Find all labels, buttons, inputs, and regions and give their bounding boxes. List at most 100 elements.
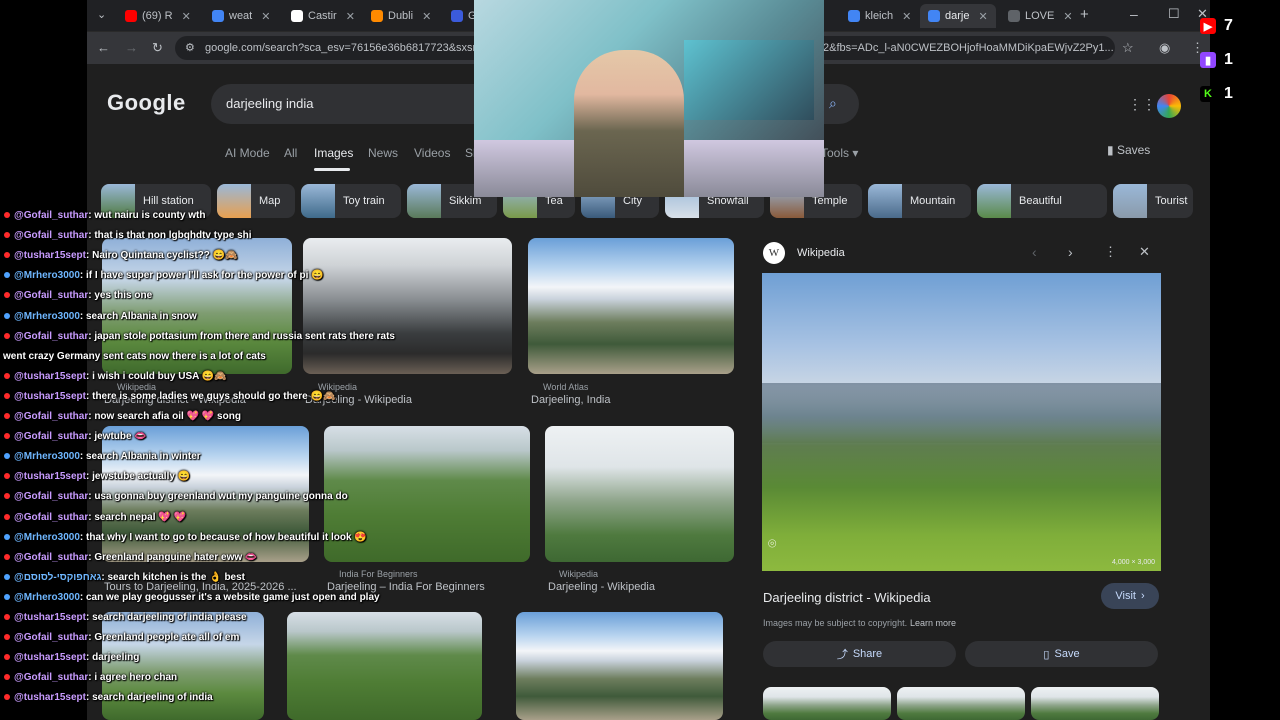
chat-text: : yes this one <box>88 290 153 302</box>
next-image-icon[interactable]: › <box>1068 244 1073 260</box>
share-button[interactable]: ⤴ Share <box>763 641 956 667</box>
result-image-3[interactable] <box>528 238 734 374</box>
tab-8[interactable]: LOVE ✕ <box>1000 4 1076 28</box>
prev-image-icon[interactable]: ‹ <box>1032 244 1037 260</box>
tools-button[interactable]: Tools ▾ <box>821 146 858 160</box>
forward-icon[interactable]: → <box>125 40 138 55</box>
chat-platform-icon <box>4 332 10 339</box>
chip-mountain[interactable]: Mountain <box>868 184 971 218</box>
close-tab-icon[interactable]: ✕ <box>182 10 191 23</box>
preview-image[interactable]: ⌾ 4,000 × 3,000 <box>762 273 1161 571</box>
tab-label: kleich <box>865 10 894 22</box>
tab-news[interactable]: News <box>368 146 398 160</box>
twitch-icon: ▮ <box>1200 52 1216 68</box>
tab-3[interactable]: Castir ✕ <box>283 4 361 28</box>
apps-grid-icon[interactable]: ⋮⋮ <box>1128 96 1156 113</box>
chip-beautiful[interactable]: Beautiful <box>977 184 1107 218</box>
chip-tourist[interactable]: Tourist <box>1113 184 1193 218</box>
chat-platform-icon <box>4 413 10 419</box>
tab-2[interactable]: weat ✕ <box>204 4 280 28</box>
share-label: Share <box>852 648 883 660</box>
chip-toy-train[interactable]: Toy train <box>301 184 401 218</box>
learn-more-link[interactable]: Learn more <box>910 618 956 628</box>
lens-icon[interactable]: ⌾ <box>768 535 776 552</box>
share-icon: ⤴ <box>836 649 848 661</box>
chat-message: @גאחפוקסי-לסוסם: search kitchen is the 👌… <box>0 572 245 583</box>
google-icon <box>212 10 224 22</box>
bookmark-star-icon[interactable]: ☆ <box>1122 40 1134 56</box>
kick-viewer-count: K1 <box>1200 85 1233 103</box>
result-image-9[interactable] <box>516 612 723 720</box>
tab-all[interactable]: All <box>284 146 297 160</box>
chat-username: @Mrhero3000 <box>14 531 80 543</box>
chat-username: @Mrhero3000 <box>14 310 80 322</box>
related-image-3[interactable] <box>1031 687 1159 720</box>
result-image-2[interactable] <box>303 238 512 374</box>
chat-message: @Gofail_suthar: Greenland people ate all… <box>0 632 239 643</box>
chat-message: @tushar15sept: i wish i could buy USA 😄🙈 <box>0 371 227 382</box>
chat-message: @Mrhero3000: if I have super power I'll … <box>0 270 324 281</box>
chip-label: Mountain <box>910 195 956 207</box>
saves-button[interactable]: ▮ Saves <box>1107 143 1150 157</box>
chat-text: : that is that non lgbqhdtv type shi <box>88 230 252 242</box>
new-tab-button[interactable]: + <box>1080 6 1089 23</box>
google-icon <box>928 10 940 22</box>
visit-button[interactable]: Visit › <box>1101 583 1159 609</box>
tab-images[interactable]: Images <box>314 146 353 160</box>
chat-username: @Gofail_suthar <box>14 330 89 342</box>
avatar[interactable] <box>1157 94 1181 118</box>
bookmark-icon: ▯ <box>1043 648 1050 661</box>
preview-hills <box>762 383 1161 443</box>
chat-platform-icon <box>4 272 10 279</box>
chat-platform-icon <box>4 614 10 620</box>
chat-platform-icon <box>4 593 10 600</box>
chat-username: @Gofail_suthar <box>14 511 89 523</box>
chat-message: @Gofail_suthar: search nepal 💖 💖 <box>0 512 186 523</box>
more-options-icon[interactable]: ⋮ <box>1104 244 1117 260</box>
result-image-6[interactable] <box>545 426 734 562</box>
chat-message: @Mrhero3000: that why I want to go to be… <box>0 532 367 543</box>
maximize-icon[interactable]: ☐ <box>1168 6 1180 22</box>
tab-ai-mode[interactable]: AI Mode <box>225 146 270 160</box>
tools-label: Tools <box>821 146 850 160</box>
tab-label: (69) R <box>142 10 173 22</box>
search-icon[interactable]: ⌕ <box>829 95 837 112</box>
site-icon <box>1008 10 1020 22</box>
tab-1[interactable]: (69) R ✕ <box>117 4 195 28</box>
result-title-3[interactable]: Darjeeling, India <box>531 394 611 406</box>
google-logo[interactable]: Google <box>107 90 186 116</box>
chat-username: @Gofail_suthar <box>14 632 89 644</box>
chat-username: @Gofail_suthar <box>14 411 89 422</box>
result-image-7[interactable] <box>102 612 264 720</box>
profile-icon[interactable]: ◉ <box>1159 40 1170 56</box>
chat-text: : search darjeeling of india <box>86 692 213 704</box>
chat-text: : search kitchen is the 👌 best <box>101 571 245 583</box>
close-tab-icon[interactable]: ✕ <box>978 10 987 23</box>
related-image-1[interactable] <box>763 687 891 720</box>
reload-icon[interactable]: ↻ <box>152 40 163 56</box>
result-title-6[interactable]: Darjeeling - Wikipedia <box>548 581 655 593</box>
tab-videos[interactable]: Videos <box>414 146 450 160</box>
related-image-2[interactable] <box>897 687 1025 720</box>
chip-map[interactable]: Map <box>217 184 295 218</box>
site-info-icon[interactable]: ⚙ <box>185 36 195 60</box>
close-tab-icon[interactable]: ✕ <box>1063 10 1072 23</box>
close-panel-icon[interactable]: ✕ <box>1139 244 1150 260</box>
chat-platform-icon <box>4 533 10 540</box>
tab-4[interactable]: Dubli ✕ <box>363 4 441 28</box>
chat-message: went crazy Germany sent cats now there i… <box>3 351 266 362</box>
tab-6[interactable]: kleich ✕ <box>840 4 916 28</box>
tab-7[interactable]: darje ✕ <box>920 4 996 28</box>
tab-search-chevron-icon[interactable]: ⌄ <box>97 8 106 21</box>
chat-platform-icon <box>4 654 10 661</box>
back-icon[interactable]: ← <box>97 40 110 55</box>
result-image-8[interactable] <box>287 612 482 720</box>
minimize-icon[interactable]: – <box>1130 6 1138 22</box>
close-tab-icon[interactable]: ✕ <box>422 10 431 23</box>
panel-source[interactable]: Wikipedia <box>797 247 845 259</box>
close-tab-icon[interactable]: ✕ <box>902 10 911 23</box>
save-button[interactable]: ▯ Save <box>965 641 1158 667</box>
close-tab-icon[interactable]: ✕ <box>346 10 355 23</box>
panel-title[interactable]: Darjeeling district - Wikipedia <box>763 590 931 605</box>
close-tab-icon[interactable]: ✕ <box>261 10 270 23</box>
